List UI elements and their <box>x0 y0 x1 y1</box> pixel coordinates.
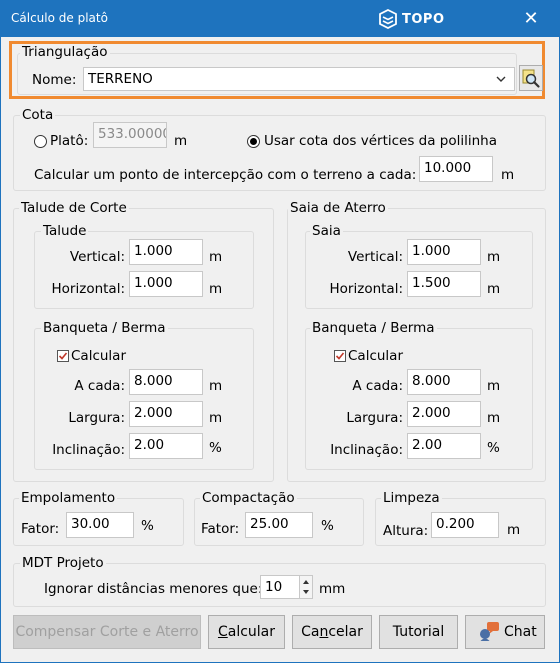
nome-label: Nome: <box>32 72 77 88</box>
calcular-button[interactable]: Calcular <box>208 615 285 649</box>
close-icon[interactable]: ✕ <box>519 7 543 31</box>
window-title: Cálculo de platô <box>11 11 108 25</box>
empolamento-legend: Empolamento <box>19 490 118 506</box>
usar-cota-radio[interactable] <box>247 135 260 148</box>
corte-vertical-label: Vertical: <box>69 249 125 265</box>
topo-logo-icon <box>379 9 397 29</box>
corte-calcular-checkbox[interactable] <box>57 350 69 362</box>
spinner-down-icon[interactable] <box>300 587 312 597</box>
chat-icon <box>480 622 499 641</box>
chat-button[interactable]: Chat <box>465 615 545 649</box>
aterro-inclinacao-unit: % <box>487 440 500 456</box>
intercept-label: Calcular um ponto de intercepção com o t… <box>34 167 417 183</box>
aterro-inclinacao-label: Inclinação: <box>330 442 403 458</box>
compactacao-unit: % <box>321 518 334 534</box>
brand-text: TOPO <box>402 11 445 27</box>
cancelar-label-head: Ca <box>301 624 320 640</box>
limpeza-input[interactable]: 0.200 <box>431 512 499 538</box>
corte-vertical-unit: m <box>209 249 223 265</box>
corte-banqueta-legend: Banqueta / Berma <box>41 320 168 336</box>
corte-calcular-label[interactable]: Calcular <box>71 348 126 364</box>
checkmark-icon <box>58 352 68 360</box>
talude-corte-legend: Talude de Corte <box>19 200 129 216</box>
compactacao-input[interactable]: 25.00 <box>245 512 313 538</box>
usar-cota-label[interactable]: Usar cota dos vértices da polilinha <box>264 133 497 149</box>
aterro-banqueta-legend: Banqueta / Berma <box>310 320 437 336</box>
calcular-label: alcular <box>227 624 276 640</box>
limpeza-unit: m <box>507 522 521 538</box>
aterro-vertical-unit: m <box>487 249 501 265</box>
calcular-mnemonic: C <box>217 624 228 640</box>
triangulacao-legend: Triangulação <box>20 44 110 60</box>
dialog-window: Cálculo de platô TOPO ✕ Triangulação Nom… <box>0 0 560 663</box>
corte-horizontal-input[interactable]: 1.000 <box>129 271 203 297</box>
empolamento-label: Fator: <box>21 521 60 537</box>
empolamento-unit: % <box>141 518 154 534</box>
cancelar-mnemonic: n <box>319 624 329 640</box>
aterro-largura-label: Largura: <box>346 410 403 426</box>
corte-acada-input[interactable]: 8.000 <box>129 369 203 395</box>
title-bar[interactable]: Cálculo de platô TOPO ✕ <box>1 1 559 37</box>
corte-acada-unit: m <box>209 378 223 394</box>
aterro-acada-unit: m <box>487 378 501 394</box>
cancelar-button[interactable]: Cancelar <box>292 615 372 649</box>
cancelar-label-tail: celar <box>328 624 363 640</box>
corte-largura-label: Largura: <box>68 410 125 426</box>
chevron-down-icon <box>496 76 506 82</box>
talude-legend: Talude <box>41 223 89 239</box>
aterro-largura-input[interactable]: 2.000 <box>407 401 481 427</box>
spinner-up-icon[interactable] <box>300 577 312 587</box>
mdt-spinner[interactable] <box>299 575 313 599</box>
corte-inclinacao-unit: % <box>209 440 222 456</box>
plato-unit: m <box>174 133 188 149</box>
aterro-calcular-checkbox[interactable] <box>334 350 346 362</box>
saia-legend: Saia <box>310 223 343 239</box>
compactacao-label: Fator: <box>201 521 240 537</box>
mdt-label: Ignorar distâncias menores que: <box>44 581 263 597</box>
corte-largura-input[interactable]: 2.000 <box>129 401 203 427</box>
mdt-legend: MDT Projeto <box>20 555 106 571</box>
mdt-spinner-input[interactable]: 10 <box>260 575 300 599</box>
compensar-button[interactable]: Compensar Corte e Aterro <box>13 615 201 649</box>
aterro-acada-input[interactable]: 8.000 <box>407 369 481 395</box>
cota-legend: Cota <box>20 107 56 123</box>
plato-radio[interactable] <box>34 135 47 148</box>
magnifier-icon <box>522 69 540 88</box>
corte-horizontal-label: Horizontal: <box>51 281 125 297</box>
nome-value: TERRENO <box>88 71 153 87</box>
aterro-vertical-input[interactable]: 1.000 <box>407 239 481 265</box>
corte-inclinacao-label: Inclinação: <box>52 442 125 458</box>
brand-logo: TOPO <box>378 9 445 29</box>
intercept-unit: m <box>501 167 515 183</box>
checkmark-icon <box>335 352 345 360</box>
chat-label: Chat <box>504 624 537 640</box>
aterro-horizontal-input[interactable]: 1.500 <box>407 271 481 297</box>
empolamento-input[interactable]: 30.00 <box>66 512 134 538</box>
aterro-inclinacao-input[interactable]: 2.00 <box>407 433 481 459</box>
corte-inclinacao-input[interactable]: 2.00 <box>129 433 203 459</box>
saia-aterro-legend: Saia de Aterro <box>288 200 388 216</box>
plato-input[interactable]: 533.00000 <box>93 122 167 148</box>
limpeza-legend: Limpeza <box>381 490 442 506</box>
tutorial-button[interactable]: Tutorial <box>379 615 458 649</box>
aterro-largura-unit: m <box>487 410 501 426</box>
compactacao-legend: Compactação <box>200 490 297 506</box>
plato-label[interactable]: Platô: <box>50 133 88 149</box>
intercept-input[interactable]: 10.000 <box>419 156 493 182</box>
corte-horizontal-unit: m <box>209 281 223 297</box>
aterro-acada-label: A cada: <box>352 378 403 394</box>
aterro-vertical-label: Vertical: <box>347 249 403 265</box>
mdt-unit: mm <box>319 581 346 597</box>
limpeza-label: Altura: <box>383 523 429 539</box>
corte-vertical-input[interactable]: 1.000 <box>129 239 203 265</box>
aterro-horizontal-unit: m <box>487 281 501 297</box>
aterro-horizontal-label: Horizontal: <box>329 281 403 297</box>
aterro-calcular-label[interactable]: Calcular <box>348 348 403 364</box>
corte-acada-label: A cada: <box>74 378 125 394</box>
corte-largura-unit: m <box>209 410 223 426</box>
nome-select[interactable]: TERRENO <box>83 67 515 91</box>
terrain-search-button[interactable] <box>519 65 543 91</box>
